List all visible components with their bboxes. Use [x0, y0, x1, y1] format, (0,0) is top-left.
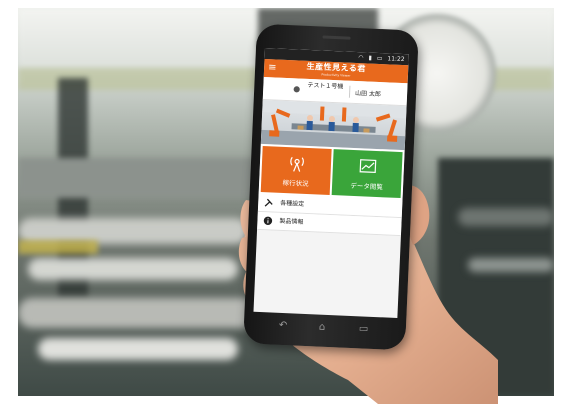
worker-icon: ●: [293, 84, 301, 94]
back-icon[interactable]: ↶: [279, 320, 288, 332]
robot-illustration: [260, 99, 407, 151]
pipe: [18, 298, 258, 328]
battery-icon: ▭: [376, 54, 383, 63]
data-view-tile[interactable]: データ閲覧: [331, 149, 403, 199]
tools-icon: [264, 198, 273, 207]
divider: [348, 85, 351, 98]
wifi-icon: ◠: [358, 54, 364, 62]
status-tile[interactable]: 稼行状況: [260, 145, 332, 195]
list-item-label: 製品情報: [279, 217, 304, 226]
smartphone: ◠ ▮ ▭ 11:22 ≡ 生産性見える君 Productivity Viewe…: [243, 23, 419, 351]
pipe: [28, 258, 238, 280]
list-item-label: 各種設定: [280, 199, 305, 208]
chart-icon: [359, 159, 376, 174]
signal-icon: ▮: [368, 54, 372, 62]
radio-tower-icon: [289, 156, 304, 172]
recent-apps-icon[interactable]: ▭: [359, 323, 369, 335]
factory-robots-banner: [260, 99, 407, 151]
pipe: [38, 338, 238, 360]
data-view-tile-label: データ閲覧: [350, 181, 383, 192]
home-icon[interactable]: ⌂: [319, 322, 326, 334]
user-name[interactable]: 山田 太郎: [355, 88, 381, 98]
info-icon: [263, 216, 273, 225]
status-time: 11:22: [387, 55, 405, 64]
main-tiles: 稼行状況 データ閲覧: [258, 143, 405, 201]
machine-name[interactable]: テスト１号機: [305, 82, 345, 92]
android-nav-bar: ↶ ⌂ ▭: [253, 316, 398, 340]
phone-speaker: [322, 35, 351, 40]
phone-screen: ◠ ▮ ▭ 11:22 ≡ 生産性見える君 Productivity Viewe…: [253, 47, 409, 319]
yellow-part: [18, 240, 98, 254]
status-tile-label: 稼行状況: [282, 178, 309, 189]
